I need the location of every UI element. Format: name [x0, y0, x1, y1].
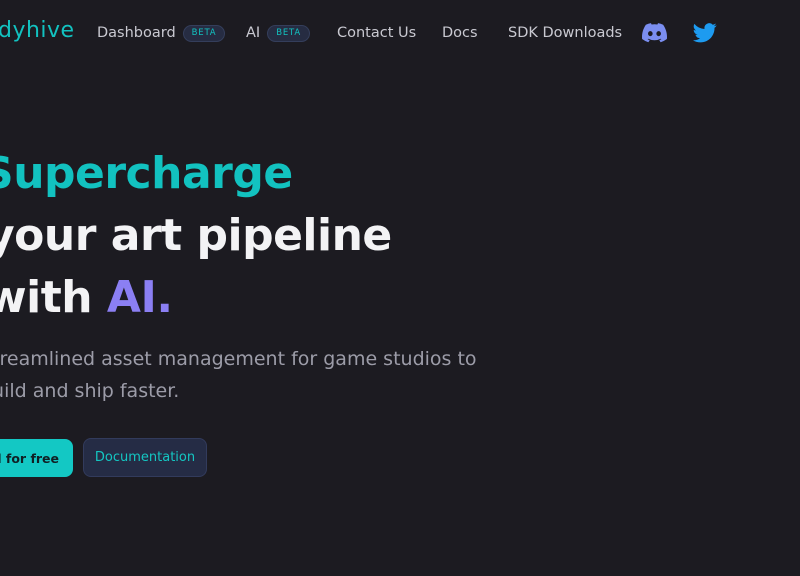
landing-page: dyhive Dashboard BETA AI BETA Contact Us…: [0, 0, 800, 576]
nav-item-label: Docs: [442, 25, 478, 41]
hero-headline-accent: AI.: [106, 272, 173, 323]
hero-headline-line-2: your art pipeline: [0, 210, 392, 261]
beta-badge: BETA: [267, 25, 310, 42]
nav-item-contact-us[interactable]: Contact Us: [337, 25, 416, 41]
hero-subtitle: Streamlined asset management for game st…: [0, 343, 477, 407]
logo[interactable]: dyhive: [0, 18, 75, 43]
hero-headline-line-3: with AI.: [0, 276, 173, 320]
beta-badge: BETA: [182, 25, 226, 42]
nav-item-label: Dashboard: [97, 25, 176, 42]
twitter-icon[interactable]: [693, 23, 717, 43]
nav-item-label: AI: [246, 25, 261, 42]
nav-item-ai[interactable]: AI BETA: [246, 25, 310, 42]
nav-item-label: SDK Downloads: [508, 25, 623, 41]
hero-subtitle-line-2: build and ship faster.: [0, 380, 180, 402]
get-started-button[interactable]: Get started for free: [0, 439, 73, 477]
nav-item-sdk-downloads[interactable]: SDK Downloads: [508, 25, 622, 41]
hero-headline-line-1: Supercharge: [0, 148, 293, 199]
nav-item-label: Contact Us: [337, 25, 417, 41]
hero-subtitle-line-1: Streamlined asset management for game st…: [0, 348, 477, 370]
nav-item-docs[interactable]: Docs: [442, 25, 478, 41]
discord-icon[interactable]: [642, 23, 667, 43]
nav-item-dashboard[interactable]: Dashboard BETA: [97, 25, 226, 42]
hero-headline-prefix: with: [0, 272, 93, 323]
documentation-button[interactable]: Documentation: [83, 438, 207, 477]
